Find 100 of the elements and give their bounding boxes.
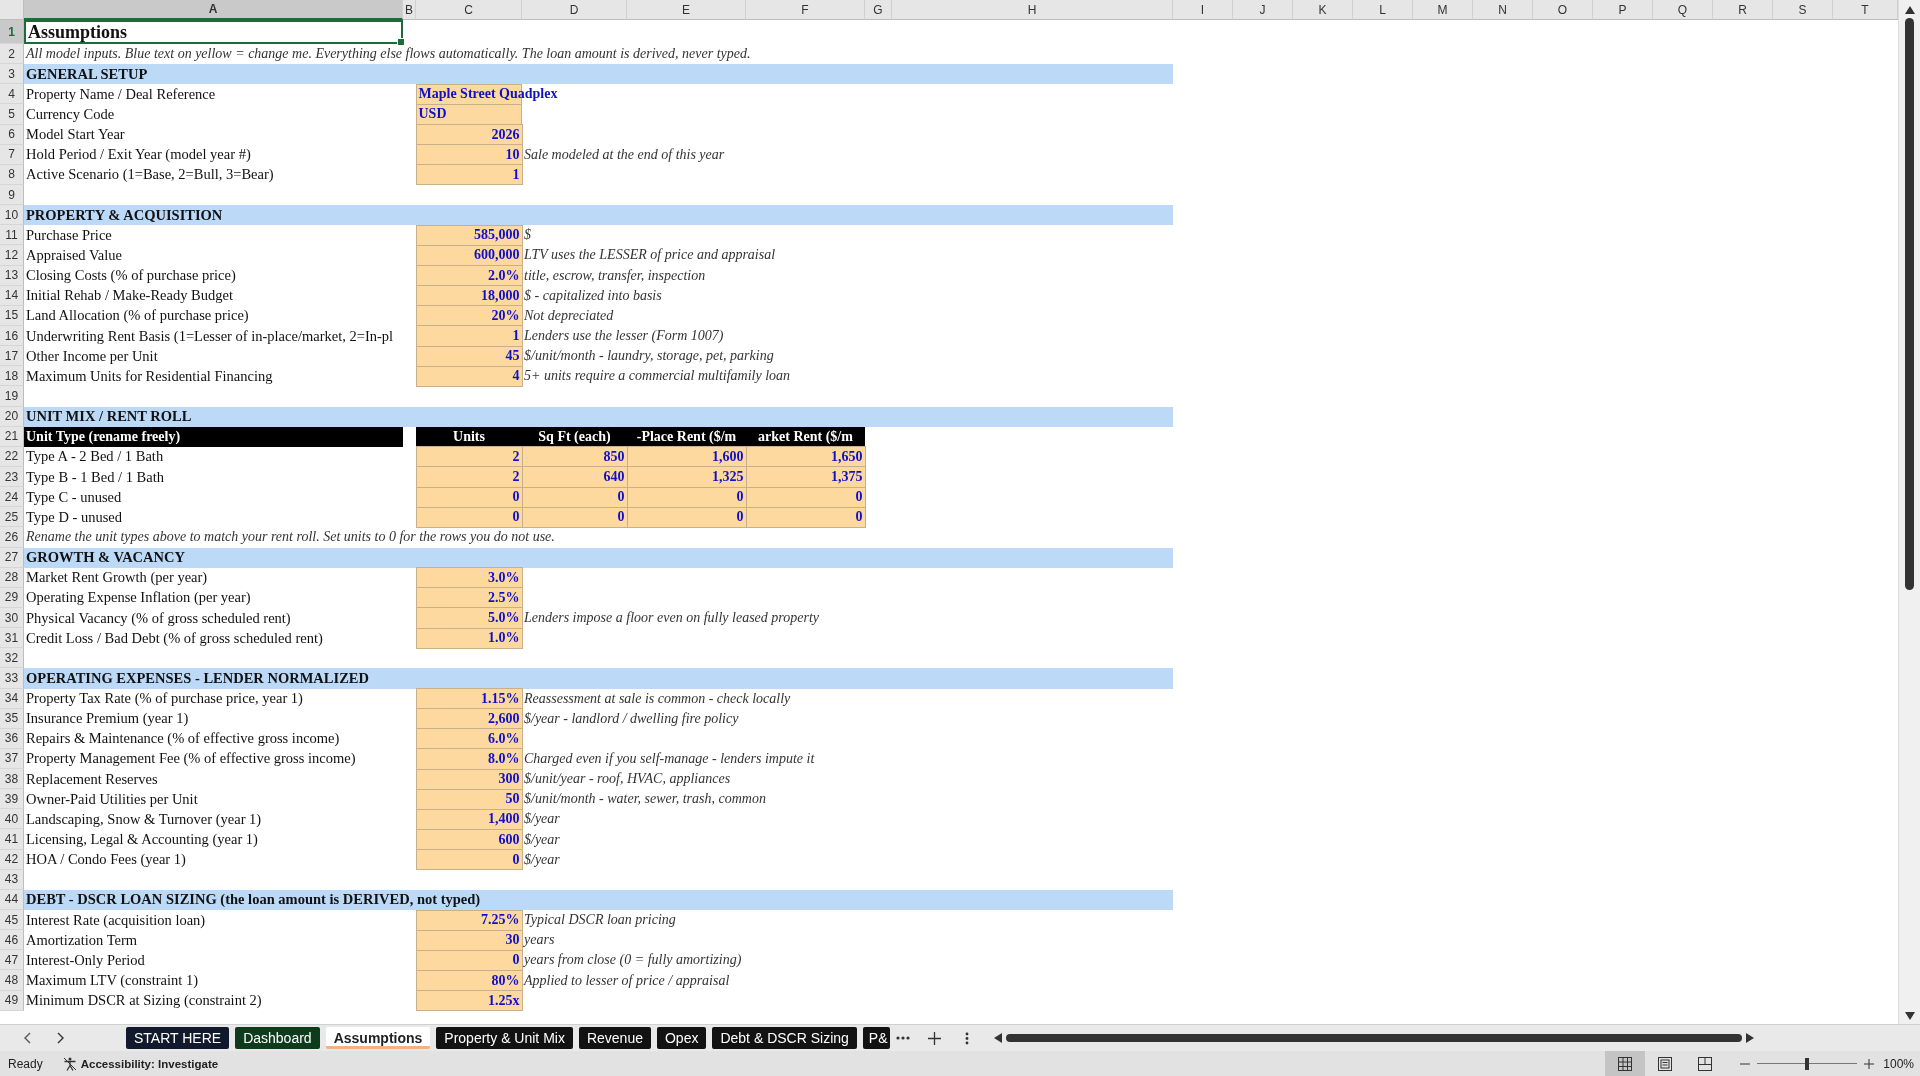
row-number[interactable]: 48 [0,970,24,991]
column-header[interactable]: N [1473,0,1533,20]
row-number[interactable]: 4 [0,84,24,105]
row-number[interactable]: 6 [0,124,24,145]
sheet-tab[interactable]: START HERE [126,1027,230,1049]
input-cell[interactable]: 2 [415,446,523,468]
input-cell[interactable]: 5.0% [415,607,523,629]
row-number[interactable]: 25 [0,507,24,528]
sheet-tab[interactable]: Assumptions [325,1027,431,1049]
row-number[interactable]: 14 [0,285,24,306]
row-number[interactable]: 47 [0,950,24,971]
accessibility-status[interactable]: Accessibility: Investigate [80,1057,219,1070]
sheet-tab[interactable]: Debt & DSCR Sizing [712,1027,857,1049]
input-cell[interactable]: 600,000 [415,244,523,267]
row-number[interactable]: 8 [0,164,24,185]
input-cell[interactable]: 640 [521,466,628,488]
row-number[interactable]: 24 [0,487,24,508]
input-cell[interactable]: 1,325 [626,466,747,488]
row-number[interactable]: 3 [0,64,24,85]
zoom-level[interactable]: 100% [1883,1056,1914,1071]
column-header[interactable]: C [416,0,522,20]
input-cell[interactable]: USD [415,103,522,126]
row-number[interactable]: 5 [0,104,24,125]
column-header[interactable]: K [1293,0,1353,20]
column-header[interactable]: I [1173,0,1233,20]
column-header[interactable]: S [1773,0,1833,20]
input-cell[interactable]: 0 [415,949,523,971]
input-cell[interactable]: 2 [415,466,523,488]
input-cell[interactable]: 2026 [415,124,523,146]
sheet-tab[interactable]: Property & Unit Mix [436,1027,573,1049]
row-number[interactable]: 18 [0,366,24,387]
row-number[interactable]: 33 [0,668,24,689]
row-number[interactable]: 29 [0,587,24,608]
zoom-in-icon[interactable] [1863,1057,1876,1070]
row-number[interactable]: 7 [0,144,24,165]
input-cell[interactable]: 45 [415,345,523,367]
input-cell[interactable]: 1.15% [415,688,523,710]
scroll-left-icon[interactable] [993,1033,1002,1043]
scroll-thumb[interactable] [1005,1034,1742,1042]
row-number[interactable]: 19 [0,386,24,407]
input-cell[interactable]: 1 [415,325,523,347]
row-number[interactable]: 11 [0,225,24,246]
row-number[interactable]: 43 [0,869,24,890]
input-cell[interactable]: 2.5% [415,587,523,609]
input-cell[interactable]: 585,000 [415,224,523,246]
row-number[interactable]: 13 [0,265,24,286]
accessibility-icon[interactable] [62,1056,77,1071]
input-cell[interactable]: 10 [415,144,523,166]
vertical-scrollbar[interactable] [1898,0,1920,1024]
sheet-tab[interactable]: Dashboard [235,1027,320,1049]
selected-cell[interactable]: Assumptions [24,20,403,44]
column-header[interactable]: L [1353,0,1413,20]
row-number[interactable]: 30 [0,607,24,629]
row-number[interactable]: 46 [0,930,24,951]
row-number[interactable]: 12 [0,245,24,266]
input-cell[interactable]: 80% [415,969,523,992]
column-header[interactable]: J [1233,0,1293,20]
input-cell[interactable]: 20% [415,305,523,327]
row-number[interactable]: 40 [0,809,24,830]
input-cell[interactable]: 6.0% [415,728,523,750]
input-cell[interactable]: 1,400 [415,808,523,830]
sheet-tab[interactable]: Opex [656,1027,707,1049]
row-number[interactable]: 41 [0,829,24,850]
row-number[interactable]: 27 [0,547,24,568]
row-number[interactable]: 45 [0,910,24,931]
column-header[interactable]: G [865,0,892,20]
row-number[interactable]: 22 [0,446,24,467]
row-number[interactable]: 28 [0,567,24,588]
view-button[interactable] [1605,1051,1646,1076]
column-header[interactable]: E [627,0,746,20]
row-number[interactable]: 10 [0,205,24,226]
scroll-thumb[interactable] [1905,18,1914,590]
row-number[interactable]: 2 [0,44,24,65]
row-number[interactable]: 31 [0,628,24,649]
input-cell[interactable]: 1.0% [415,627,523,649]
row-number[interactable]: 49 [0,990,24,1011]
row-number[interactable]: 38 [0,769,24,790]
scroll-up-icon[interactable] [1904,6,1915,14]
input-cell[interactable]: 18,000 [415,285,523,307]
input-cell[interactable]: 0 [415,506,523,528]
row-number[interactable]: 36 [0,728,24,749]
input-cell[interactable]: 2.0% [415,265,523,287]
input-cell[interactable]: 50 [415,788,523,810]
input-cell[interactable]: Maple Street Quadplex [415,83,561,105]
column-header[interactable]: D [522,0,627,20]
input-cell[interactable]: 0 [415,849,523,871]
zoom-thumb[interactable] [1805,1057,1810,1070]
column-header[interactable]: B [403,0,416,20]
input-cell[interactable]: 300 [415,768,523,790]
row-number[interactable]: 37 [0,748,24,770]
input-cell[interactable]: 1.25x [415,990,523,1012]
scroll-right-icon[interactable] [1745,1033,1754,1043]
row-number[interactable]: 16 [0,325,24,347]
column-header[interactable]: O [1533,0,1593,20]
input-cell[interactable]: 3.0% [415,567,523,589]
row-number[interactable]: 32 [0,648,24,669]
input-cell[interactable]: 4 [415,365,523,387]
sheet-tab[interactable]: P& [862,1027,890,1049]
row-number[interactable]: 20 [0,406,24,427]
column-header[interactable]: R [1713,0,1773,20]
